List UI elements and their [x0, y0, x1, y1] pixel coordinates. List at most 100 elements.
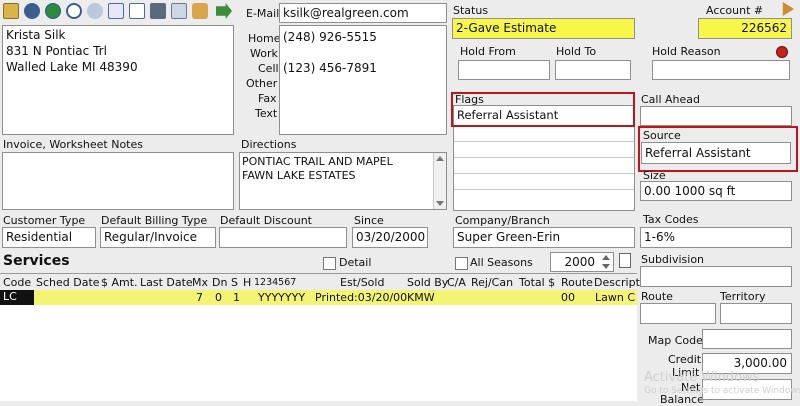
directions-field[interactable]: PONTIAC TRAIL AND MAPEL FAWN LAKE ESTATE… [239, 152, 447, 210]
col-descript[interactable]: Descript [594, 276, 640, 289]
customer-city-line: Walled Lake MI 48390 [6, 60, 138, 74]
row-route: 00 [561, 291, 575, 304]
cloud-icon[interactable] [87, 3, 103, 19]
flags-row-divider [454, 173, 634, 174]
call-ahead-field[interactable] [640, 106, 792, 126]
col-days[interactable]: 1234567 [254, 277, 296, 288]
route-label: Route [641, 290, 673, 303]
tax-codes-field[interactable]: 1-6% [640, 227, 792, 248]
home-phone: (248) 926-5515 [283, 30, 377, 44]
arrow-right-icon[interactable] [216, 3, 232, 19]
copy-icon[interactable] [108, 3, 124, 19]
detail-label: Detail [339, 256, 372, 269]
spinner-up-icon[interactable] [602, 255, 610, 260]
territory-field[interactable] [720, 303, 792, 324]
watermark-subtitle: Go to Settings to activate Windows. [644, 386, 800, 396]
row-est-sold: Printed:03/20/00 [315, 291, 408, 304]
company-field[interactable]: Super Green-Erin [453, 227, 635, 248]
all-seasons-checkbox[interactable] [455, 257, 468, 270]
credit-limit-value: 3,000.00 [733, 356, 787, 370]
notes-label: Invoice, Worksheet Notes [3, 138, 143, 151]
folder-icon[interactable] [3, 3, 19, 19]
size-value: 0.00 1000 sq ft [644, 184, 736, 198]
email-label: E-Mail [246, 7, 280, 20]
binoculars-icon[interactable] [24, 3, 40, 19]
discount-field[interactable] [219, 227, 347, 248]
billing-type-field[interactable]: Regular/Invoice [100, 227, 216, 248]
row-mx: 7 [196, 291, 203, 304]
hold-to-field[interactable] [555, 60, 631, 80]
source-highlight [638, 126, 798, 172]
hold-reason-field[interactable] [652, 60, 790, 80]
detail-checkbox[interactable] [323, 257, 336, 270]
credit-label: Credit [668, 353, 702, 366]
status-label: Status [453, 4, 489, 17]
scroll-down-icon[interactable] [436, 201, 444, 206]
year-value: 2000 [564, 255, 595, 269]
watermark-title: Activate Windows [644, 370, 760, 385]
tools-icon[interactable] [192, 3, 208, 19]
hold-reason-label: Hold Reason [652, 45, 721, 58]
col-code[interactable]: Code [3, 276, 31, 289]
row-dn: 0 [215, 291, 222, 304]
year-spinner[interactable]: 2000 [550, 252, 614, 272]
col-amt[interactable]: $ Amt. [101, 276, 138, 289]
globe-icon[interactable] [45, 3, 61, 19]
hold-from-field[interactable] [458, 60, 550, 80]
col-total[interactable]: Total $ [519, 276, 555, 289]
col-last-date[interactable]: Last Date [140, 276, 193, 289]
call-ahead-label: Call Ahead [641, 93, 701, 106]
tax-codes-value: 1-6% [644, 230, 676, 244]
flags-row-divider [454, 189, 634, 190]
row-days: YYYYYYY [258, 291, 306, 304]
subdivision-field[interactable] [640, 266, 792, 287]
flags-row-divider [454, 141, 634, 142]
col-h[interactable]: H [243, 276, 251, 289]
row-sold-by: KMW [407, 291, 435, 304]
tax-codes-label: Tax Codes [643, 213, 699, 226]
spinner-down-icon[interactable] [602, 264, 610, 269]
services-header-row: Code Sched Date $ Amt. Last Date Mx Dn S… [0, 274, 640, 290]
all-seasons-label: All Seasons [470, 256, 533, 269]
notes-field[interactable] [2, 152, 234, 210]
col-route[interactable]: Route [561, 276, 593, 289]
size-field[interactable]: 0.00 1000 sq ft [640, 181, 792, 201]
fax-label: Fax [258, 92, 277, 105]
directions-scrollbar[interactable] [433, 153, 446, 209]
map-code-field[interactable] [702, 329, 792, 349]
billing-type-label: Default Billing Type [101, 214, 208, 227]
col-ca[interactable]: C/A [447, 276, 466, 289]
dollar-doc-icon[interactable] [129, 3, 145, 19]
directions-line1: PONTIAC TRAIL AND MAPEL [242, 155, 393, 168]
col-sched-date[interactable]: Sched Date [36, 276, 100, 289]
nav-arrow-icon[interactable] [782, 2, 794, 16]
map-code-label: Map Code [648, 334, 703, 347]
clipboard-icon[interactable] [171, 3, 187, 19]
status-field[interactable]: 2-Gave Estimate [452, 18, 635, 39]
customer-address1: 831 N Pontiac Trl [6, 44, 107, 58]
phones-box[interactable]: (248) 926-5515 (123) 456-7891 [279, 25, 447, 135]
customer-address-box[interactable]: Krista Silk 831 N Pontiac Trl Walled Lak… [2, 25, 234, 135]
zoom-icon[interactable] [66, 3, 82, 19]
col-est-sold[interactable]: Est/Sold [340, 276, 384, 289]
new-page-icon[interactable] [619, 253, 631, 268]
since-field[interactable]: 03/20/2000 [352, 227, 428, 248]
col-rej-can[interactable]: Rej/Can [471, 276, 513, 289]
email-value: ksilk@realgreen.com [283, 6, 409, 20]
route-field[interactable] [640, 303, 716, 324]
table-row[interactable]: LC 7 0 1 YYYYYYY Printed:03/20/00 KMW 00… [0, 290, 637, 305]
customer-type-value: Residential [6, 230, 73, 244]
col-sold-by[interactable]: Sold By [407, 276, 448, 289]
calculator-icon[interactable] [150, 3, 166, 19]
col-mx[interactable]: Mx [192, 276, 208, 289]
subdivision-label: Subdivision [641, 253, 705, 266]
hold-to-label: Hold To [556, 45, 597, 58]
row-s: 1 [233, 291, 240, 304]
email-field[interactable]: ksilk@realgreen.com [279, 3, 447, 23]
toolbar [0, 0, 244, 22]
col-dn[interactable]: Dn [212, 276, 227, 289]
scroll-up-icon[interactable] [436, 156, 444, 161]
col-s[interactable]: S [231, 276, 238, 289]
since-value: 03/20/2000 [356, 230, 426, 244]
customer-type-field[interactable]: Residential [2, 227, 96, 248]
